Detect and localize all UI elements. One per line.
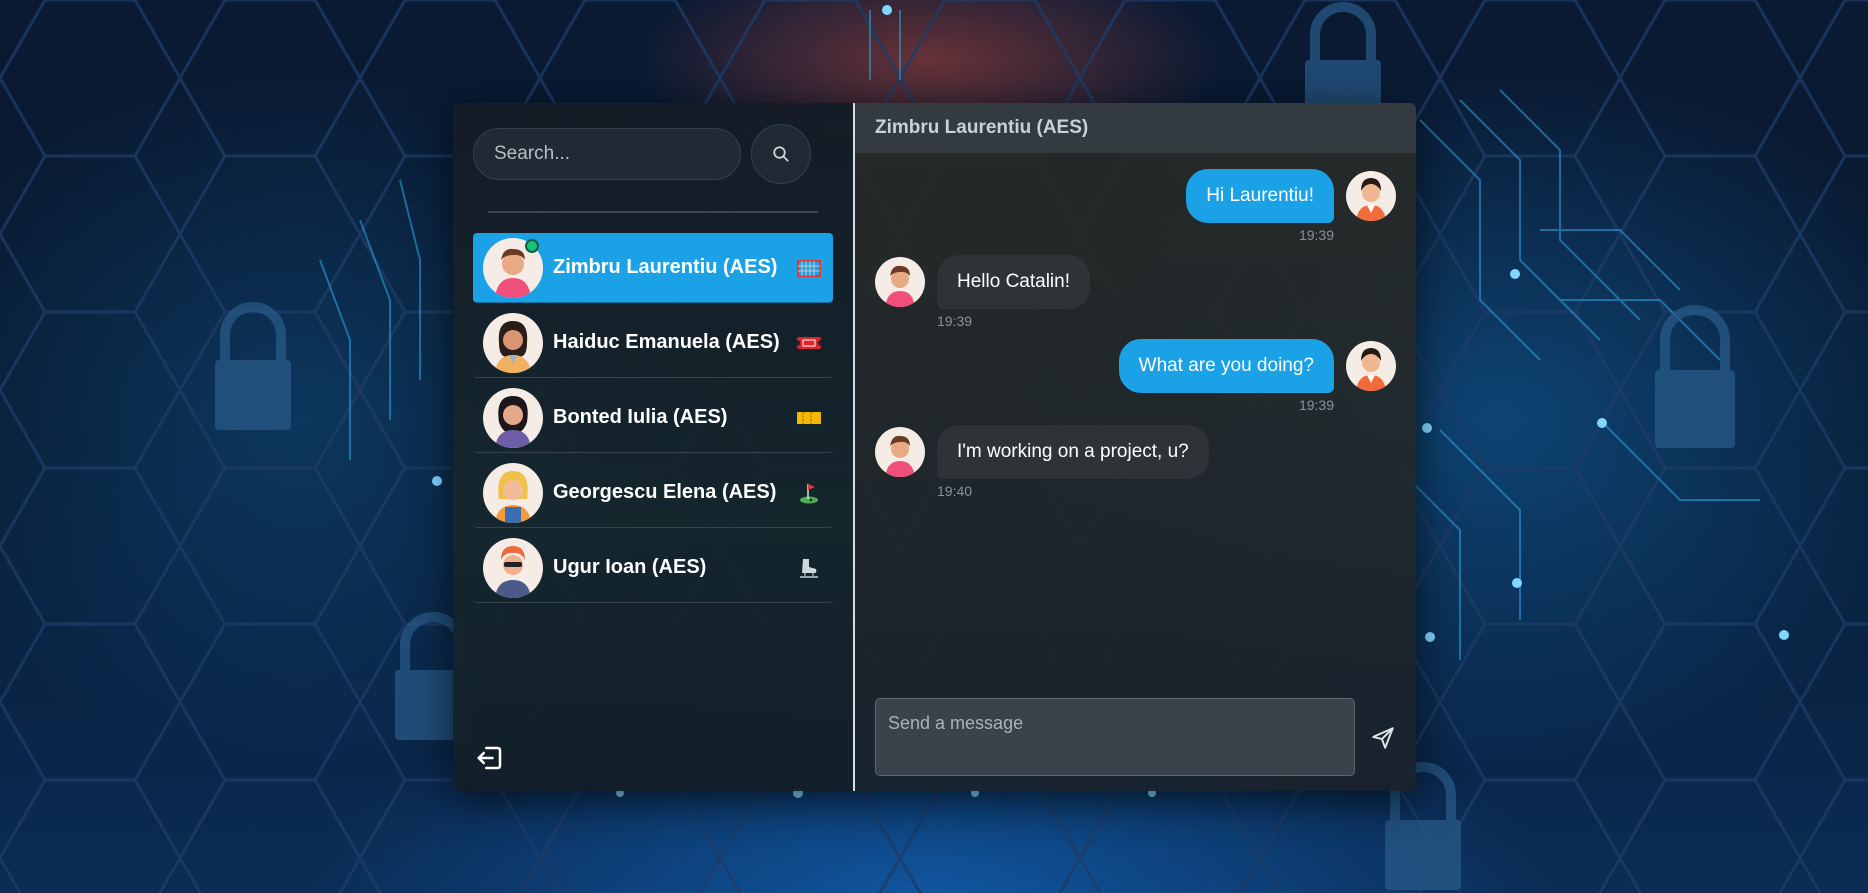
- logout-button[interactable]: [475, 743, 505, 773]
- message-time: 19:39: [1298, 397, 1334, 413]
- send-button[interactable]: [1370, 725, 1396, 751]
- ice-skate-icon: [795, 556, 823, 580]
- avatar: [483, 387, 543, 448]
- message-time: 19:39: [1298, 227, 1334, 243]
- message-incoming: Hello Catalin! 19:39: [875, 255, 1090, 329]
- contact-name: Bonted Iulia (AES): [553, 406, 728, 428]
- avatar: [1346, 341, 1396, 391]
- online-status-dot: [525, 239, 539, 253]
- golf-flag-icon: [795, 481, 823, 505]
- send-icon: [1372, 727, 1394, 749]
- contact-item-bonted-iulia[interactable]: Bonted Iulia (AES): [473, 383, 833, 453]
- message-outgoing: Hi Laurentiu! 19:39: [1186, 169, 1396, 243]
- avatar: [483, 537, 543, 598]
- chat-app-window: Zimbru Laurentiu (AES) Haiduc Emanuela (…: [453, 103, 1416, 791]
- contact-name: Georgescu Elena (AES): [553, 481, 777, 503]
- contact-name: Zimbru Laurentiu (AES): [553, 256, 778, 278]
- sidebar-divider: [488, 211, 818, 213]
- search-button[interactable]: [751, 124, 811, 184]
- message-incoming: I'm working on a project, u? 19:40: [875, 425, 1209, 499]
- chat-panel: Zimbru Laurentiu (AES) Hi Laurentiu! 19:…: [855, 103, 1416, 791]
- avatar: [875, 257, 925, 307]
- sidebar: Zimbru Laurentiu (AES) Haiduc Emanuela (…: [453, 103, 853, 791]
- message-bubble: I'm working on a project, u?: [937, 425, 1209, 479]
- avatar: [1346, 171, 1396, 221]
- message-outgoing: What are you doing? 19:39: [1118, 339, 1396, 413]
- chat-title: Zimbru Laurentiu (AES): [875, 117, 1089, 138]
- contact-list: Zimbru Laurentiu (AES) Haiduc Emanuela (…: [473, 233, 833, 608]
- avatar: [875, 427, 925, 477]
- contact-name: Ugur Ioan (AES): [553, 556, 707, 578]
- message-input[interactable]: [875, 698, 1355, 776]
- message-time: 19:39: [937, 313, 973, 329]
- goal-net-icon: [795, 256, 823, 280]
- admission-tickets-icon: [795, 406, 823, 430]
- avatar: [483, 312, 543, 373]
- message-bubble: Hello Catalin!: [937, 255, 1090, 309]
- contact-item-haiduc-emanuela[interactable]: Haiduc Emanuela (AES): [473, 308, 833, 378]
- chat-header: Zimbru Laurentiu (AES): [855, 103, 1416, 153]
- search-row: [473, 124, 811, 184]
- search-icon: [773, 146, 789, 162]
- avatar: [483, 462, 543, 523]
- contact-item-georgescu-elena[interactable]: Georgescu Elena (AES): [473, 458, 833, 528]
- logout-icon: [477, 746, 502, 770]
- contact-item-zimbru-laurentiu[interactable]: Zimbru Laurentiu (AES): [473, 233, 833, 303]
- contact-item-ugur-ioan[interactable]: Ugur Ioan (AES): [473, 533, 833, 603]
- search-input[interactable]: [473, 128, 741, 180]
- message-time: 19:40: [937, 483, 973, 499]
- message-bubble: What are you doing?: [1118, 339, 1334, 393]
- message-bubble: Hi Laurentiu!: [1186, 169, 1334, 223]
- ticket-icon: [795, 331, 823, 355]
- contact-name: Haiduc Emanuela (AES): [553, 331, 780, 353]
